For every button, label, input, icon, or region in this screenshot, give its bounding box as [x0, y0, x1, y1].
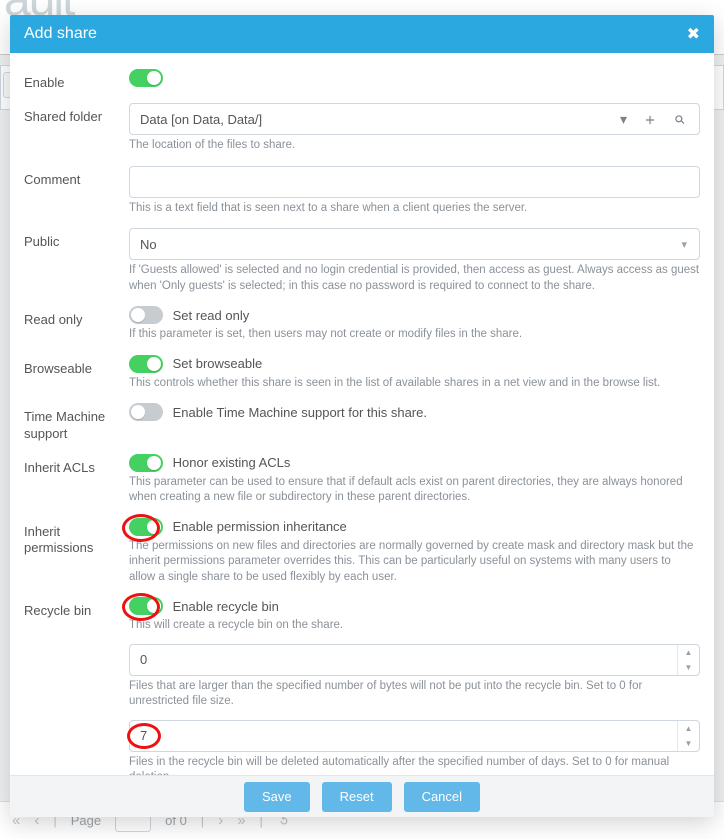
readonly-toggle-label: Set read only: [173, 308, 250, 323]
inherit-perms-toggle[interactable]: [129, 518, 163, 536]
public-label: Public: [24, 228, 129, 294]
reset-button[interactable]: Reset: [322, 782, 392, 812]
timemachine-toggle[interactable]: [129, 403, 163, 421]
spinner-up-icon[interactable]: ▲: [678, 645, 699, 660]
spinner-down-icon[interactable]: ▼: [678, 660, 699, 675]
plus-icon[interactable]: [643, 111, 657, 127]
enable-label: Enable: [24, 69, 129, 91]
recycle-maxage-field[interactable]: ▲▼: [129, 720, 700, 752]
readonly-help: If this parameter is set, then users may…: [129, 327, 700, 343]
enable-toggle[interactable]: [129, 69, 163, 87]
comment-field[interactable]: [129, 166, 700, 198]
recyclebin-toggle-label: Enable recycle bin: [173, 599, 279, 614]
recycle-maxage-help: Files in the recycle bin will be deleted…: [129, 755, 700, 775]
dialog-footer: Save Reset Cancel: [10, 775, 714, 817]
inherit-acls-toggle-label: Honor existing ACLs: [173, 455, 291, 470]
recycle-maxsize-input[interactable]: [130, 645, 677, 675]
inherit-perms-toggle-label: Enable permission inheritance: [173, 519, 347, 534]
browseable-toggle[interactable]: [129, 355, 163, 373]
dialog-title: Add share: [24, 25, 97, 43]
recyclebin-label: Recycle bin: [24, 597, 129, 775]
recycle-maxsize-field[interactable]: ▲▼: [129, 644, 700, 676]
public-select[interactable]: No ▾: [129, 228, 700, 260]
chevron-down-icon[interactable]: ▾: [669, 238, 699, 251]
inherit-acls-label: Inherit ACLs: [24, 454, 129, 506]
recyclebin-toggle[interactable]: [129, 597, 163, 615]
cancel-button[interactable]: Cancel: [404, 782, 480, 812]
close-icon[interactable]: ✖: [687, 24, 700, 44]
recycle-maxsize-help: Files that are larger than the specified…: [129, 679, 700, 710]
shared-folder-combo[interactable]: Data [on Data, Data/] ▾: [129, 103, 700, 135]
save-button[interactable]: Save: [244, 782, 310, 812]
spinner-up-icon[interactable]: ▲: [678, 721, 699, 736]
add-share-dialog: Add share ✖ Enable Shared folder Data [o…: [10, 15, 714, 817]
timemachine-label: Time Machine support: [24, 403, 129, 442]
public-value: No: [130, 237, 669, 252]
timemachine-toggle-label: Enable Time Machine support for this sha…: [173, 405, 427, 420]
inherit-perms-help: The permissions on new files and directo…: [129, 539, 700, 586]
shared-folder-label: Shared folder: [24, 103, 129, 154]
readonly-label: Read only: [24, 306, 129, 343]
dialog-header: Add share ✖: [10, 15, 714, 53]
recycle-maxage-input[interactable]: [130, 721, 677, 751]
browseable-help: This controls whether this share is seen…: [129, 376, 700, 392]
browseable-toggle-label: Set browseable: [173, 356, 263, 371]
recyclebin-help: This will create a recycle bin on the sh…: [129, 618, 700, 634]
shared-folder-help: The location of the files to share.: [129, 138, 700, 154]
public-help: If 'Guests allowed' is selected and no l…: [129, 263, 700, 294]
inherit-acls-help: This parameter can be used to ensure tha…: [129, 475, 700, 506]
spinner-down-icon[interactable]: ▼: [678, 736, 699, 751]
comment-label: Comment: [24, 166, 129, 217]
chevron-down-icon[interactable]: ▾: [620, 111, 627, 128]
search-icon[interactable]: [673, 111, 687, 127]
shared-folder-value: Data [on Data, Data/]: [130, 112, 608, 127]
comment-help: This is a text field that is seen next t…: [129, 201, 700, 217]
browseable-label: Browseable: [24, 355, 129, 392]
readonly-toggle[interactable]: [129, 306, 163, 324]
inherit-acls-toggle[interactable]: [129, 454, 163, 472]
inherit-perms-label: Inherit permissions: [24, 518, 129, 586]
comment-input[interactable]: [130, 167, 699, 197]
